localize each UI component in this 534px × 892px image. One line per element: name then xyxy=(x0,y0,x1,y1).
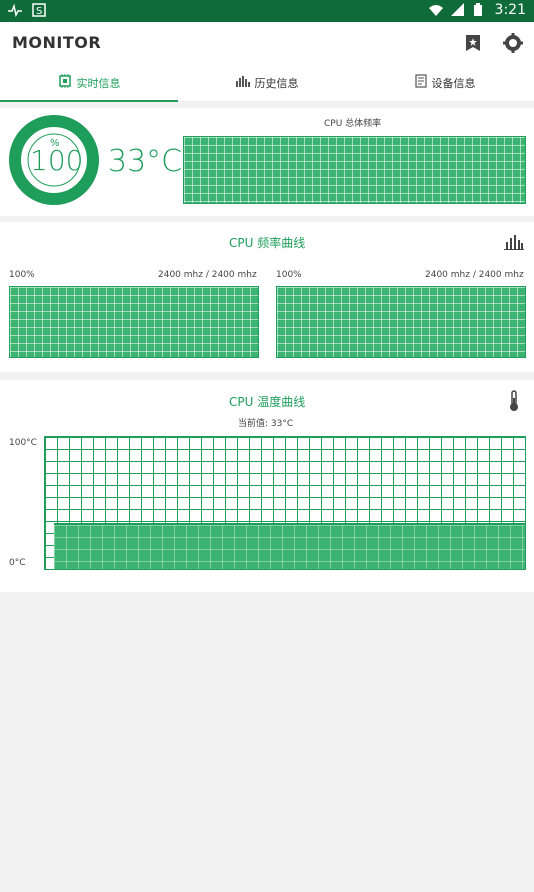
core1-freq: 2400 mhz / 2400 mhz xyxy=(425,270,524,280)
settings-icon[interactable] xyxy=(502,32,524,54)
tab-realtime[interactable]: 实时信息 xyxy=(0,64,178,102)
freq-curves-title: CPU 频率曲线 xyxy=(229,236,306,250)
chip-icon xyxy=(58,74,72,91)
core0-percent: 100% xyxy=(9,270,35,280)
status-right: 3:21 xyxy=(428,2,526,18)
core1-percent: 100% xyxy=(276,270,302,280)
core1-freq-chart xyxy=(276,286,526,358)
temp-curve-chart xyxy=(44,436,526,570)
app-bar: MONITOR xyxy=(0,22,534,64)
total-freq-title: CPU 总体频率 xyxy=(324,119,382,129)
wifi-icon xyxy=(428,3,443,17)
thermometer-icon[interactable] xyxy=(508,390,520,416)
temp-fill-area xyxy=(54,523,525,569)
svg-text:S: S xyxy=(36,6,42,17)
tab-device-label: 设备信息 xyxy=(431,76,476,90)
temp-curve-title: CPU 温度曲线 xyxy=(229,395,306,409)
core0-freq-chart xyxy=(9,286,259,358)
tab-device[interactable]: 设备信息 xyxy=(356,64,534,101)
bar-chart-icon[interactable] xyxy=(504,234,524,254)
temp-ymin-label: 0°C xyxy=(9,558,26,568)
temp-curve-card: CPU 温度曲线 当前值: 33°C 100°C 0°C xyxy=(0,380,534,592)
usage-value: 100 xyxy=(30,144,84,177)
status-bar: S 3:21 xyxy=(0,0,534,22)
total-freq-chart xyxy=(183,136,526,204)
tab-realtime-label: 实时信息 xyxy=(76,76,121,90)
temp-ymax-label: 100°C xyxy=(9,438,37,448)
temp-current: 当前值: 33°C xyxy=(238,419,294,429)
tab-bar: 实时信息 历史信息 设备信息 xyxy=(0,64,534,102)
bar-chart-icon xyxy=(235,75,250,90)
status-left: S xyxy=(8,3,46,18)
cpu-overview-card: % 100 33°C CPU 总体频率 xyxy=(0,108,534,216)
tab-history[interactable]: 历史信息 xyxy=(178,64,356,101)
bookmark-icon[interactable] xyxy=(462,32,484,54)
cpu-temperature: 33°C xyxy=(108,144,183,179)
document-icon xyxy=(414,74,427,91)
app-s-icon: S xyxy=(32,3,46,17)
battery-icon xyxy=(473,3,487,17)
app-title: MONITOR xyxy=(12,33,102,52)
tab-history-label: 历史信息 xyxy=(254,76,299,90)
pulse-icon xyxy=(8,3,22,18)
signal-icon xyxy=(450,3,465,17)
core0-freq: 2400 mhz / 2400 mhz xyxy=(158,270,257,280)
freq-curves-card: CPU 频率曲线 100% 2400 mhz / 2400 mhz 100% 2… xyxy=(0,222,534,372)
status-time: 3:21 xyxy=(494,2,526,18)
